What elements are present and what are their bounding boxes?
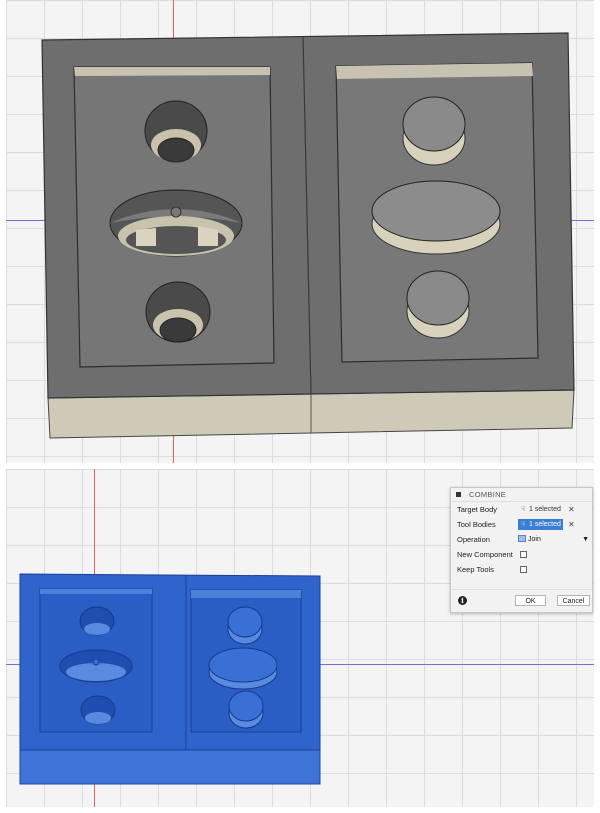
canvas-viewport-top[interactable] (6, 0, 594, 463)
dialog-title: COMBINE (469, 490, 507, 499)
operation-label: Operation (457, 535, 490, 544)
join-icon (518, 535, 526, 542)
info-icon[interactable]: i (458, 596, 467, 605)
bottom-hole (145, 281, 211, 343)
tool-bodies-label: Tool Bodies (457, 520, 496, 529)
new-component-checkbox[interactable] (520, 551, 527, 558)
combine-dialog: COMBINE Target Body ☟ 1 selected ✕ Tool … (450, 487, 593, 613)
tool-bodies-row: Tool Bodies ☟ 1 selected ✕ (451, 517, 592, 532)
operation-row: Operation Join ▼ (451, 532, 592, 547)
new-component-label: New Component (457, 550, 513, 559)
cursor-icon: ☟ (521, 506, 526, 513)
target-body-selector[interactable]: ☟ 1 selected (518, 504, 563, 515)
dialog-header[interactable]: COMBINE (451, 488, 592, 502)
new-component-row: New Component (451, 547, 592, 562)
target-body-label: Target Body (457, 505, 498, 514)
keep-tools-label: Keep Tools (457, 565, 494, 574)
target-body-clear-close-icon[interactable]: ✕ (568, 502, 575, 517)
tool-bodies-clear-close-icon[interactable]: ✕ (568, 517, 575, 532)
keep-tools-row: Keep Tools (451, 562, 592, 577)
model-gray-body[interactable] (6, 0, 594, 463)
operation-dropdown[interactable]: Join ▼ (518, 534, 589, 545)
top-boss (402, 96, 466, 166)
cancel-button[interactable]: Cancel (557, 595, 590, 606)
center-oval-hole (109, 189, 243, 257)
target-body-row: Target Body ☟ 1 selected ✕ (451, 502, 592, 517)
dropdown-caret-icon: ▼ (582, 536, 589, 543)
center-oval-boss (371, 180, 501, 255)
ok-button[interactable]: OK (515, 595, 546, 606)
operation-value: Join (528, 536, 541, 543)
dialog-footer: i OK Cancel (451, 589, 592, 612)
keep-tools-checkbox[interactable] (520, 566, 527, 573)
dialog-collapse-icon[interactable] (456, 492, 461, 497)
top-hole (144, 100, 208, 163)
tool-bodies-selector[interactable]: ☟ 1 selected (518, 519, 563, 530)
bottom-boss (406, 270, 470, 339)
cursor-icon: ☟ (521, 521, 526, 528)
